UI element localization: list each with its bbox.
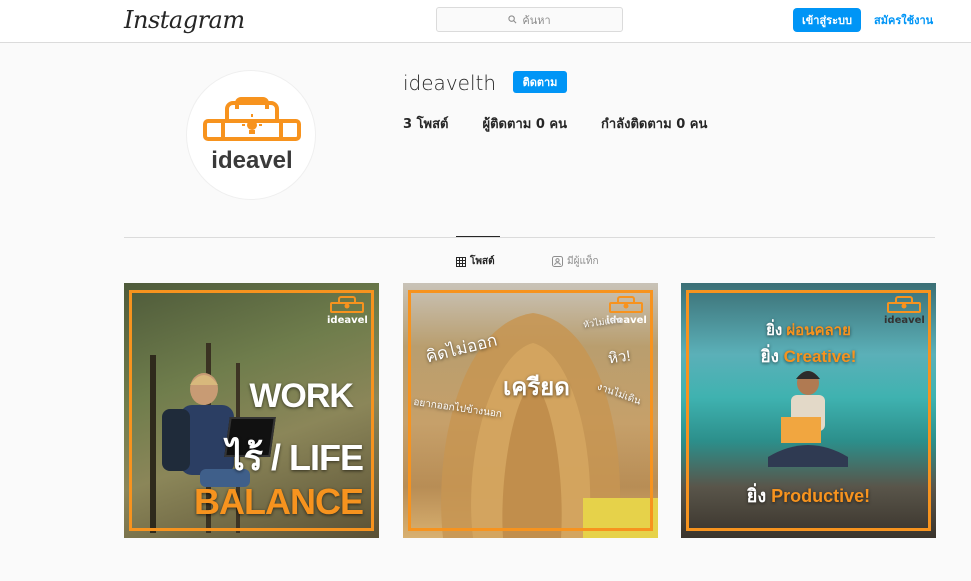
briefcase-bulb-icon xyxy=(330,296,364,313)
post-text-word: ยิ่ง xyxy=(766,322,783,339)
post-text-word: Productive! xyxy=(771,486,871,506)
post-text: หิว! xyxy=(606,347,632,368)
search-input[interactable]: ค้นหา xyxy=(436,7,623,32)
post-text: ยิ่ง Creative! xyxy=(681,343,936,370)
grid-icon xyxy=(456,256,466,267)
top-navbar: Instagram ค้นหา เข้าสู่ระบบ สมัครใช้งาน xyxy=(0,0,971,43)
post-text-word: ยิ่ง xyxy=(760,347,779,366)
signup-link[interactable]: สมัครใช้งาน xyxy=(874,11,933,29)
profile-username: ideavelth xyxy=(403,71,497,95)
briefcase-bulb-icon xyxy=(609,296,643,313)
follow-button[interactable]: ติดตาม xyxy=(513,71,567,93)
post-text: BALANCE xyxy=(194,481,364,522)
search-icon xyxy=(508,15,517,24)
active-tab-indicator xyxy=(456,236,500,237)
tagged-user-icon xyxy=(552,256,563,267)
post-text: ยิ่ง ผ่อนคลาย xyxy=(681,318,936,342)
post-text-word: ยิ่ง xyxy=(746,486,767,506)
tabs-divider xyxy=(124,237,935,238)
briefcase-bulb-icon xyxy=(887,296,921,313)
post-text: เครียด xyxy=(503,374,570,401)
tab-posts-label: โพสต์ xyxy=(470,256,495,267)
post-text-word: ผ่อนคลาย xyxy=(786,322,851,339)
following-count[interactable]: กำลังติดตาม 0 คน xyxy=(601,113,707,134)
post-text-word: Creative! xyxy=(783,347,857,366)
ideavel-logo xyxy=(203,97,301,141)
post-text: ไร้ / LIFE xyxy=(226,437,364,478)
post-thumbnail[interactable]: ideavel WORK ไร้ / LIFE BALANCE xyxy=(124,283,379,538)
login-button[interactable]: เข้าสู่ระบบ xyxy=(793,8,861,32)
profile-stats: 3 โพสต์ ผู้ติดตาม 0 คน กำลังติดตาม 0 คน xyxy=(403,113,707,134)
instagram-logo[interactable]: Instagram xyxy=(124,6,245,34)
avatar-text: ideavel xyxy=(211,147,293,174)
profile-avatar[interactable]: ideavel xyxy=(186,70,316,200)
tab-tagged-label: มีผู้แท็ก xyxy=(567,256,599,267)
post-thumbnail[interactable]: ideavel ยิ่ง ผ่อนคลาย ยิ่ง Creative! ยิ่… xyxy=(681,283,936,538)
post-thumbnail[interactable]: ideavel หัวไม่แล่น คิดไม่ออก หิว! เครียด… xyxy=(403,283,658,538)
posts-count: 3 โพสต์ xyxy=(403,117,449,132)
followers-count[interactable]: ผู้ติดตาม 0 คน xyxy=(483,113,568,134)
tab-tagged[interactable]: มีผู้แท็ก xyxy=(552,254,599,269)
post-text: WORK xyxy=(249,377,354,415)
watermark-text: ideavel xyxy=(327,315,368,326)
post-text: ยิ่ง Productive! xyxy=(681,481,936,510)
ideavel-watermark: ideavel xyxy=(327,295,368,326)
tab-posts[interactable]: โพสต์ xyxy=(456,254,495,269)
search-placeholder: ค้นหา xyxy=(522,13,551,27)
